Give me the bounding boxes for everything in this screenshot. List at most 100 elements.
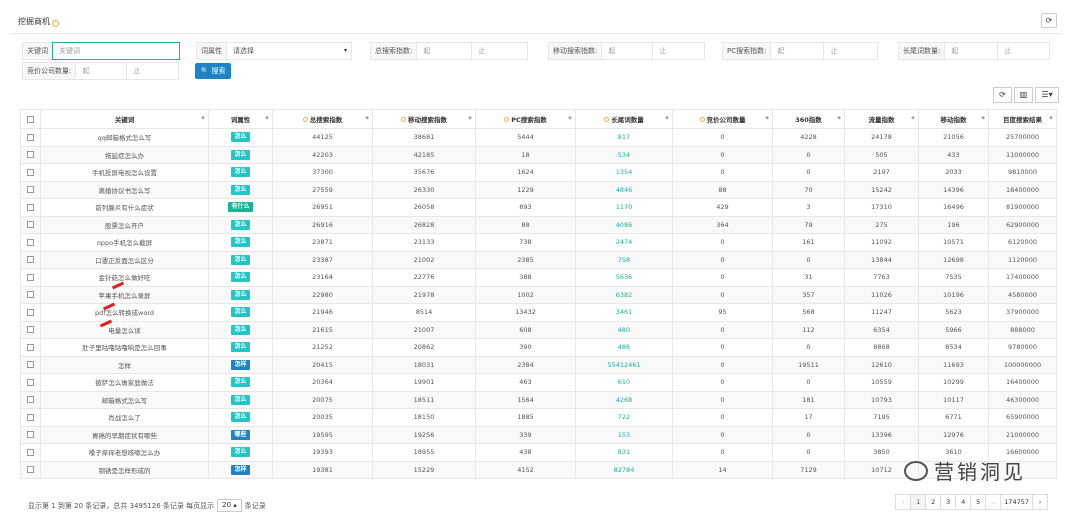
search-button[interactable]: 🔍 搜索 [195, 63, 231, 79]
longtail-cell[interactable]: 55412461 [575, 355, 673, 374]
keyword-cell: 胃癌的早期症状有哪些 [40, 425, 209, 444]
pc-to-input[interactable]: 止 [824, 42, 879, 60]
page-3[interactable]: 3 [940, 494, 957, 510]
row-checkbox[interactable] [20, 198, 41, 217]
select-all-checkbox[interactable] [20, 109, 41, 129]
page-size-select[interactable]: 20 ▴ [217, 499, 242, 512]
mobile-to-input[interactable]: 止 [653, 42, 706, 60]
row-checkbox[interactable] [20, 425, 41, 444]
col-baidu[interactable]: 百度搜索结果 ◆ [988, 109, 1057, 129]
longtail-cell[interactable]: 534 [575, 145, 673, 164]
row-checkbox[interactable] [20, 338, 41, 357]
longtail-cell[interactable]: 4086 [575, 215, 673, 234]
attr-select[interactable]: 请选择 ▾ [226, 42, 352, 60]
longtail-to-input[interactable]: 止 [998, 42, 1051, 60]
col-360[interactable]: 360指数 ◆ [772, 109, 845, 129]
col-flow[interactable]: 流量指数 ◆ [844, 109, 919, 129]
help-icon[interactable]: ? [52, 20, 59, 27]
next-page-button[interactable]: › [1032, 494, 1048, 510]
row-checkbox[interactable] [20, 180, 41, 199]
bid-cell: 88 [672, 180, 773, 199]
col-longtail[interactable]: 长尾词数量 ◆ [575, 109, 673, 129]
keyword-input[interactable]: 关键词 [52, 42, 180, 60]
longtail-cell[interactable]: 831 [575, 443, 673, 462]
sort-icon: ◆ [568, 115, 572, 121]
longtail-cell[interactable]: 610 [575, 373, 673, 392]
pagination-info: 显示第 1 到第 20 条记录，总共 3495126 条记录 每页显示 20 ▴… [28, 499, 266, 512]
longtail-cell[interactable]: 817 [575, 128, 673, 147]
row-checkbox[interactable] [20, 233, 41, 252]
row-checkbox[interactable] [20, 163, 41, 182]
total-index-cell: 37300 [272, 163, 373, 182]
bid-cell: 0 [672, 233, 773, 252]
row-checkbox[interactable] [20, 460, 41, 479]
row-checkbox[interactable] [20, 390, 41, 409]
attr-cell: 怎么 [208, 163, 273, 182]
row-checkbox[interactable] [20, 408, 41, 427]
col-attr[interactable]: 词属性 ◆ [208, 109, 273, 129]
total-to-input[interactable]: 止 [472, 42, 529, 60]
row-checkbox[interactable] [20, 443, 41, 462]
bid-from-input[interactable]: 起 [75, 62, 128, 80]
prev-page-button[interactable]: ‹ [895, 494, 912, 510]
longtail-cell[interactable]: 3461 [575, 303, 673, 322]
longtail-cell[interactable]: 486 [575, 338, 673, 357]
total-from-input[interactable]: 起 [416, 42, 473, 60]
col-pc-index[interactable]: PC搜索指数 ◆ [475, 109, 576, 129]
longtail-cell[interactable]: 153 [575, 425, 673, 444]
row-checkbox[interactable] [20, 250, 41, 269]
wechat-logo-icon [904, 460, 928, 481]
help-icon [302, 117, 308, 122]
longtail-cell[interactable]: 480 [575, 320, 673, 339]
longtail-cell[interactable]: 722 [575, 408, 673, 427]
keyword-cell: 股票怎么开户 [40, 215, 209, 234]
row-checkbox[interactable] [20, 373, 41, 392]
longtail-cell[interactable]: 758 [575, 250, 673, 269]
baidu-results-cell: 81900000 [988, 198, 1057, 217]
export-menu-button[interactable]: ☰▾ [1035, 87, 1059, 103]
longtail-cell[interactable]: 4846 [575, 180, 673, 199]
longtail-cell[interactable]: 1354 [575, 163, 673, 182]
refresh-table-button[interactable]: ⟳ [993, 87, 1012, 103]
col-mobile-index[interactable]: 移动搜索指数 ◆ [372, 109, 476, 129]
row-checkbox[interactable] [20, 215, 41, 234]
col-bid[interactable]: 竞价公司数量 ◆ [672, 109, 773, 129]
longtail-from-input[interactable]: 起 [944, 42, 999, 60]
page-5[interactable]: 5 [970, 494, 987, 510]
refresh-page-button[interactable]: ⟳ [1041, 13, 1057, 28]
longtail-cell[interactable]: 5636 [575, 268, 673, 287]
mobile-index-cell: 21978 [372, 285, 476, 304]
row-checkbox[interactable] [20, 285, 41, 304]
sort-icon: ◆ [265, 115, 269, 121]
keyword-cell: 披萨怎么做家庭做法 [40, 373, 209, 392]
page-4[interactable]: 4 [955, 494, 972, 510]
col-total-index[interactable]: 总搜索指数 ◆ [272, 109, 373, 129]
total-index-cell: 21615 [272, 320, 373, 339]
bid-cell: 0 [672, 390, 773, 409]
longtail-cell[interactable]: 1170 [575, 198, 673, 217]
longtail-cell[interactable]: 2474 [575, 233, 673, 252]
row-checkbox[interactable] [20, 355, 41, 374]
mobile-from-input[interactable]: 起 [601, 42, 654, 60]
mobile-index-cell: 20862 [372, 338, 476, 357]
row-checkbox[interactable] [20, 128, 41, 147]
longtail-cell[interactable]: 6382 [575, 285, 673, 304]
row-checkbox[interactable] [20, 320, 41, 339]
row-checkbox[interactable] [20, 268, 41, 287]
total-index-cell: 26916 [272, 215, 373, 234]
page-2[interactable]: 2 [925, 494, 942, 510]
columns-toggle-button[interactable]: ▥ [1014, 87, 1033, 103]
keyword-cell: 金针菇怎么做好吃 [40, 268, 209, 287]
longtail-cell[interactable]: 82784 [575, 460, 673, 479]
longtail-cell[interactable]: 4268 [575, 390, 673, 409]
col-keyword[interactable]: 关键词 ◆ [40, 109, 209, 129]
pc-from-input[interactable]: 起 [770, 42, 825, 60]
bid-to-input[interactable]: 止 [127, 62, 180, 80]
mobile-index-cell: 22776 [372, 268, 476, 287]
row-checkbox[interactable] [20, 303, 41, 322]
last-page[interactable]: 174757 [1000, 494, 1033, 510]
page-1[interactable]: 1 [910, 494, 927, 510]
col-mobile-idx[interactable]: 移动指数 ◆ [918, 109, 989, 129]
baidu-results-cell: 11000000 [988, 145, 1057, 164]
row-checkbox[interactable] [20, 145, 41, 164]
